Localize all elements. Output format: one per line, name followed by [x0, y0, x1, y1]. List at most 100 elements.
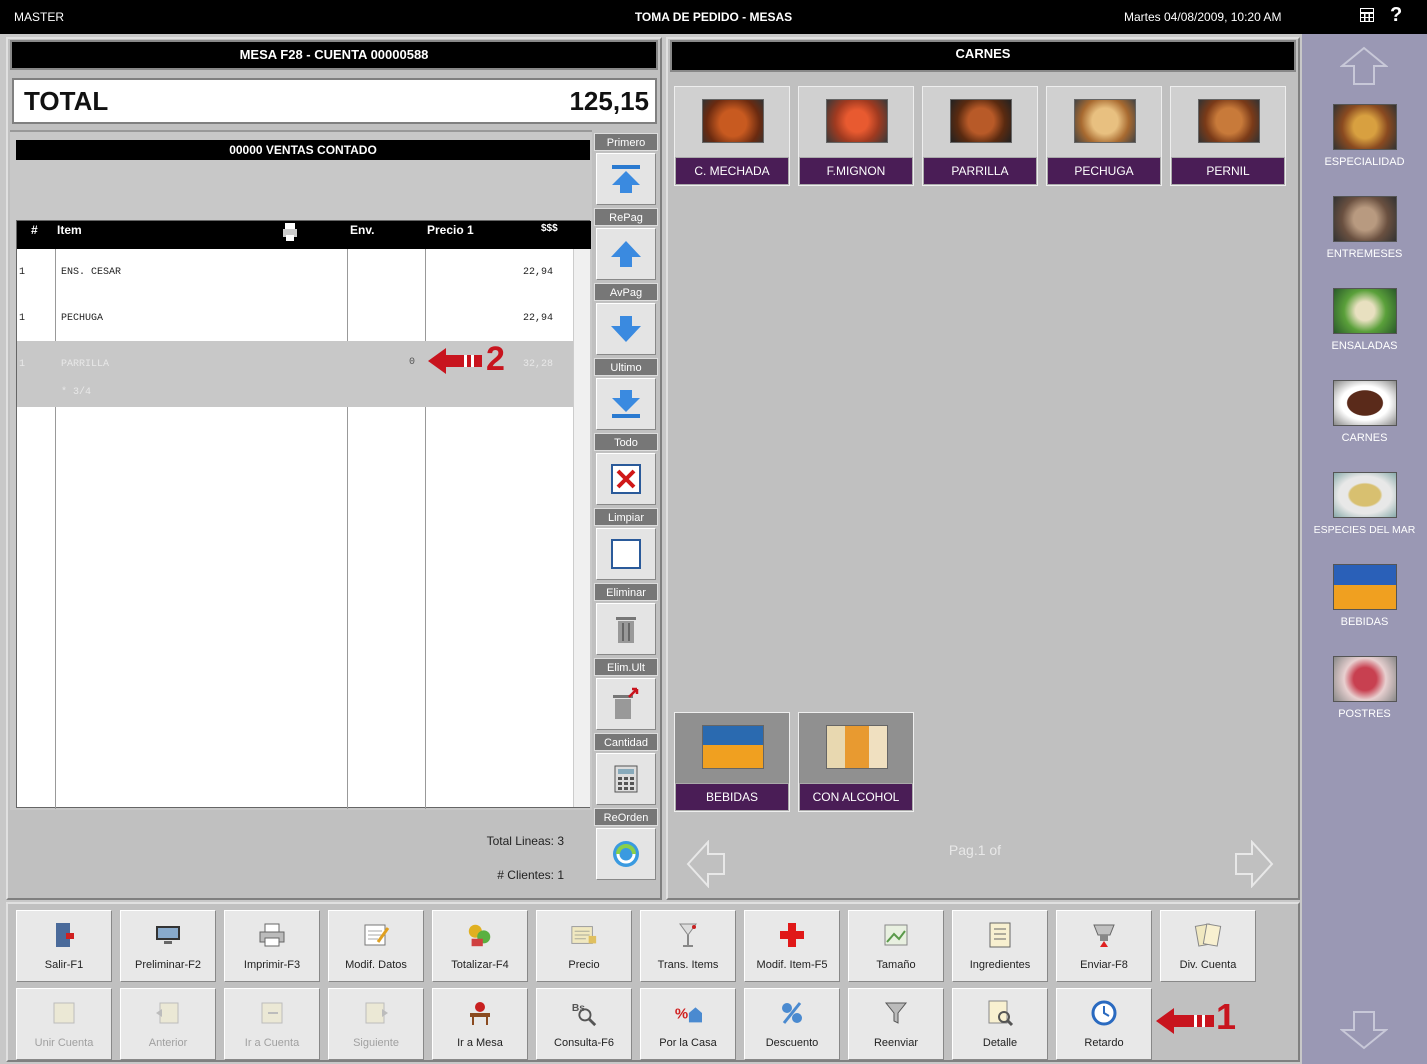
page-down-button[interactable] [596, 303, 656, 355]
next-button[interactable]: Siguiente [328, 988, 424, 1060]
prev-page-arrow-icon[interactable] [686, 839, 726, 893]
calculator-icon[interactable] [1358, 6, 1376, 24]
send-order-icon [1090, 921, 1118, 949]
steak-dish-icon [826, 99, 888, 143]
totalize-button[interactable]: Totalizar-F4 [432, 910, 528, 982]
col-item: Item [57, 223, 82, 237]
arrow-top-icon [612, 165, 640, 193]
nav-label-all: Todo [594, 433, 658, 451]
query-button[interactable]: Bs Consulta-F6 [536, 988, 632, 1060]
pork-dish-icon [1198, 99, 1260, 143]
product-pechuga[interactable]: PECHUGA [1046, 86, 1162, 186]
on-the-house-button[interactable]: % Por la Casa [640, 988, 736, 1060]
clients-count: # Clientes: 1 [497, 868, 564, 882]
magnifier-money-icon: Bs [570, 999, 598, 1027]
beer-icon [826, 725, 888, 769]
notepad-icon [986, 921, 1014, 949]
datetime-label: Martes 04/08/2009, 10:20 AM [1124, 10, 1282, 24]
dessert-icon [1332, 656, 1397, 702]
send-button[interactable]: Enviar-F8 [1056, 910, 1152, 982]
coins-icon [466, 921, 494, 949]
split-account-button[interactable]: Div. Cuenta [1160, 910, 1256, 982]
total-box: TOTAL 125,15 [12, 78, 657, 124]
nav-label-reorder: ReOrden [594, 808, 658, 826]
product-c-mechada[interactable]: C. MECHADA [674, 86, 790, 186]
category-sidebar: ESPECIALIDAD ENTREMESES ENSALADAS CARNES… [1302, 34, 1427, 1064]
discount-button[interactable]: Descuento [744, 988, 840, 1060]
reorder-button[interactable] [596, 828, 656, 880]
scroll-down-arrow-icon[interactable] [1339, 1010, 1389, 1055]
clear-button[interactable] [596, 528, 656, 580]
table-service-icon [466, 999, 494, 1027]
meat-icon [1332, 380, 1397, 426]
nav-label-repag: RePag [594, 208, 658, 226]
delay-button[interactable]: Retardo [1056, 988, 1152, 1060]
first-button[interactable] [596, 153, 656, 205]
split-receipt-icon [1194, 921, 1222, 949]
category-especialidad[interactable]: ESPECIALIDAD [1302, 104, 1427, 168]
monitor-icon [154, 921, 182, 949]
ingredients-button[interactable]: Ingredientes [952, 910, 1048, 982]
page-up-button[interactable] [596, 228, 656, 280]
category-especies-del-mar[interactable]: ESPECIES DEL MAR [1302, 472, 1427, 536]
subcategory-bebidas[interactable]: BEBIDAS [674, 712, 790, 812]
help-button[interactable]: ? [1390, 4, 1402, 27]
next-page-arrow-icon[interactable] [1234, 839, 1274, 893]
nav-label-quantity: Cantidad [594, 733, 658, 751]
col-env: Env. [350, 223, 375, 237]
nav-label-delete-last: Elim.Ult [594, 658, 658, 676]
category-carnes[interactable]: CARNES [1302, 380, 1427, 444]
order-grid[interactable]: # Item Env. Precio 1 $$$ 1 ENS. CESAR 22… [16, 220, 591, 809]
modify-item-button[interactable]: Modif. Item-F5 [744, 910, 840, 982]
annotation-arrow-2: 2 [428, 340, 518, 378]
delete-last-button[interactable] [596, 678, 656, 730]
join-account-button[interactable]: Unir Cuenta [16, 988, 112, 1060]
price-button[interactable]: Precio [536, 910, 632, 982]
delete-button[interactable] [596, 603, 656, 655]
resend-button[interactable]: Reenviar [848, 988, 944, 1060]
client-bar[interactable]: 00000 VENTAS CONTADO [16, 140, 590, 160]
select-all-button[interactable] [596, 453, 656, 505]
go-to-table-button[interactable]: Ir a Mesa [432, 988, 528, 1060]
glass-icon [674, 921, 702, 949]
salad-icon [1332, 288, 1397, 334]
product-pernil[interactable]: PERNIL [1170, 86, 1286, 186]
category-bebidas[interactable]: BEBIDAS [1302, 564, 1427, 628]
grid-scrollbar[interactable] [573, 249, 590, 807]
juice-icon [702, 725, 764, 769]
annotation-arrow-1: 1 [1156, 996, 1246, 1038]
exit-button[interactable]: Salir-F1 [16, 910, 112, 982]
transfer-items-button[interactable]: Trans. Items [640, 910, 736, 982]
nav-label-first: Primero [594, 133, 658, 151]
order-header: MESA F28 - CUENTA 00000588 [10, 40, 658, 70]
detail-search-icon [986, 999, 1014, 1027]
empty-box-icon [611, 539, 641, 569]
category-postres[interactable]: POSTRES [1302, 656, 1427, 720]
scroll-up-arrow-icon[interactable] [1339, 46, 1389, 91]
grill-dish-icon [950, 99, 1012, 143]
detail-button[interactable]: Detalle [952, 988, 1048, 1060]
product-parrilla[interactable]: PARRILLA [922, 86, 1038, 186]
nav-label-clear: Limpiar [594, 508, 658, 526]
door-exit-icon [50, 921, 78, 949]
red-cross-icon [778, 921, 806, 949]
go-to-account-button[interactable]: Ir a Cuenta [224, 988, 320, 1060]
nav-label-delete: Eliminar [594, 583, 658, 601]
category-entremeses[interactable]: ENTREMESES [1302, 196, 1427, 260]
previous-button[interactable]: Anterior [120, 988, 216, 1060]
price-list-icon [570, 921, 598, 949]
last-button[interactable] [596, 378, 656, 430]
size-button[interactable]: Tamaño [848, 910, 944, 982]
category-ensaladas[interactable]: ENSALADAS [1302, 288, 1427, 352]
svg-text:%: % [675, 1006, 688, 1023]
edit-document-icon [362, 921, 390, 949]
subcategory-con-alcohol[interactable]: CON ALCOHOL [798, 712, 914, 812]
print-button[interactable]: Imprimir-F3 [224, 910, 320, 982]
grid-header: # Item Env. Precio 1 $$$ [17, 221, 591, 249]
quantity-button[interactable] [596, 753, 656, 805]
product-f-mignon[interactable]: F.MIGNON [798, 86, 914, 186]
modify-data-button[interactable]: Modif. Datos [328, 910, 424, 982]
resize-image-icon [882, 921, 910, 949]
trash-icon [616, 617, 636, 643]
preliminary-button[interactable]: Preliminar-F2 [120, 910, 216, 982]
